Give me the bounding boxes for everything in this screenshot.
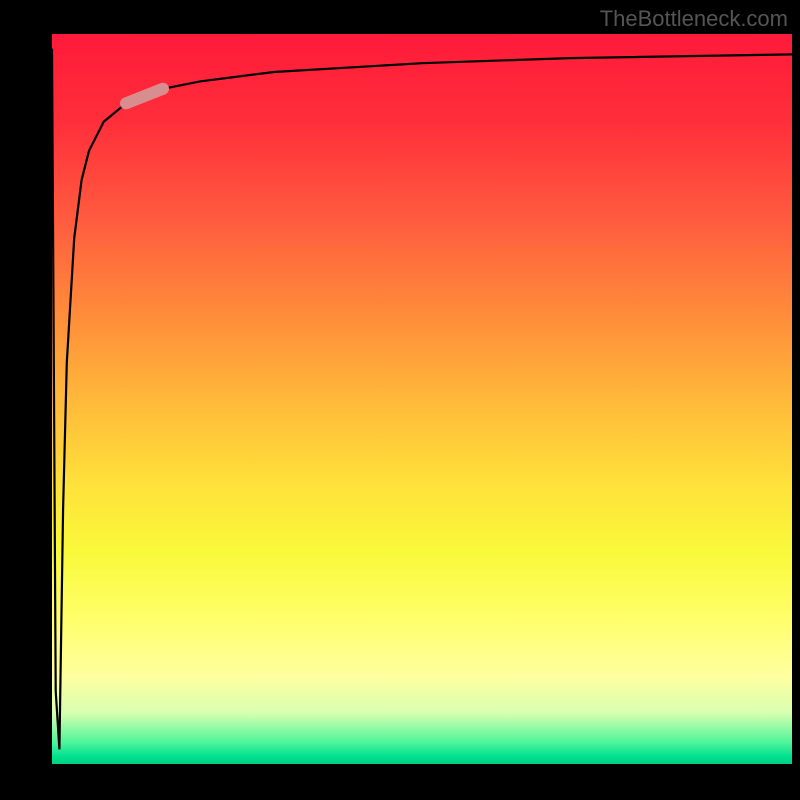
curve-marker [126,89,163,104]
watermark-text: TheBottleneck.com [600,6,788,32]
curve-line [52,49,792,750]
chart-svg [52,34,792,764]
